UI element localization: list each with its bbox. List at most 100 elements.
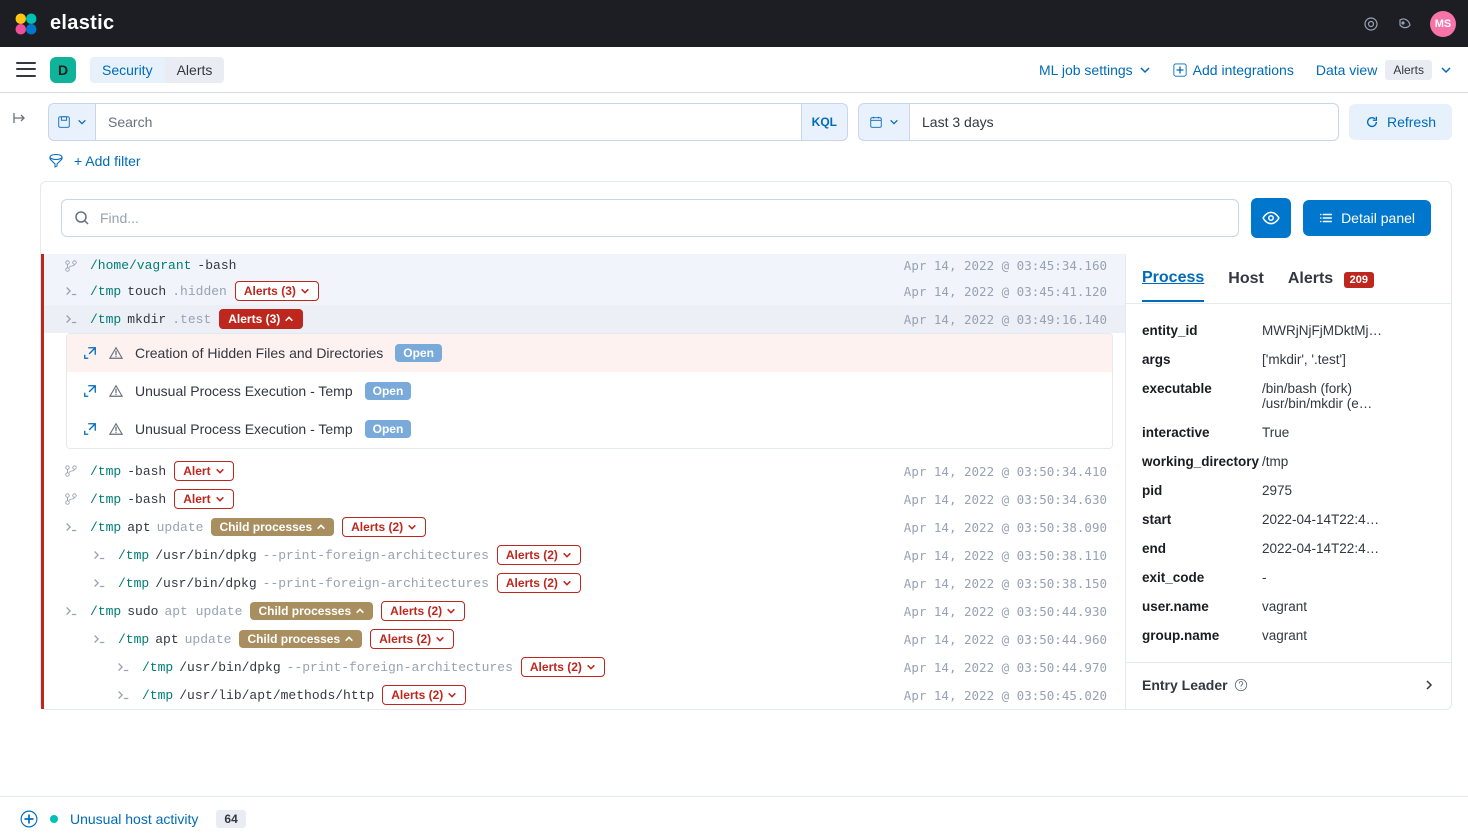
tag-child[interactable]: Child processes — [239, 630, 362, 648]
detail-field: group.namevagrant — [1142, 621, 1435, 650]
ml-job-settings[interactable]: ML job settings — [1039, 62, 1151, 78]
process-cmd: -bash — [127, 492, 166, 507]
branch-icon — [64, 259, 80, 273]
tag-alert-out[interactable]: Alerts (2) — [382, 685, 466, 705]
plus-square-icon — [1173, 63, 1187, 77]
tag-alert-out[interactable]: Alerts (2) — [381, 601, 465, 621]
session-area: /home/vagrant-bashApr 14, 2022 @ 03:45:3… — [41, 254, 1451, 709]
date-value[interactable]: Last 3 days — [909, 103, 1339, 141]
tag-child[interactable]: Child processes — [211, 518, 334, 536]
process-cmd: /usr/bin/dpkg — [155, 576, 256, 591]
timeline-title[interactable]: Unusual host activity — [70, 811, 198, 827]
tab-alerts[interactable]: Alerts 209 — [1288, 257, 1374, 301]
space-selector[interactable]: D — [50, 57, 76, 83]
process-row[interactable]: /tmp/usr/bin/dpkg--print-foreign-archite… — [44, 653, 1125, 681]
entry-leader-row[interactable]: Entry Leader — [1126, 662, 1451, 707]
kql-search-input[interactable] — [95, 103, 801, 141]
field-value: True — [1262, 425, 1435, 440]
plus-circle-icon[interactable] — [20, 810, 38, 828]
process-row[interactable]: /tmpaptupdateChild processes Alerts (2) … — [44, 625, 1125, 653]
field-value: 2022-04-14T22:4… — [1262, 541, 1435, 556]
elastic-logo-icon — [12, 10, 40, 38]
alert-name: Unusual Process Execution - Temp — [135, 421, 353, 437]
add-filter-button[interactable]: + Add filter — [74, 153, 141, 169]
process-cmd: apt — [155, 632, 178, 647]
timeline-count-badge: 64 — [216, 810, 245, 828]
panel-header: Detail panel — [41, 182, 1451, 254]
tag-alert-out[interactable]: Alert — [174, 489, 233, 509]
breadcrumb-section[interactable]: Security — [90, 57, 165, 83]
detail-panel-button[interactable]: Detail panel — [1303, 200, 1431, 236]
newsfeed-icon[interactable] — [1396, 15, 1414, 33]
tag-alert-out[interactable]: Alerts (3) — [235, 281, 319, 301]
field-value: vagrant — [1262, 599, 1435, 614]
process-timestamp: Apr 14, 2022 @ 03:50:34.410 — [904, 464, 1113, 479]
process-timestamp: Apr 14, 2022 @ 03:49:16.140 — [904, 312, 1113, 327]
process-row[interactable]: /tmp/usr/lib/apt/methods/httpAlerts (2) … — [44, 681, 1125, 709]
process-timestamp: Apr 14, 2022 @ 03:50:34.630 — [904, 492, 1113, 507]
find-input[interactable] — [100, 210, 1226, 226]
visibility-toggle-button[interactable] — [1251, 198, 1291, 238]
saved-query-button[interactable] — [48, 103, 95, 141]
field-key: user.name — [1142, 599, 1262, 614]
field-key: working_directory — [1142, 454, 1262, 469]
tag-alert-out[interactable]: Alerts (2) — [370, 629, 454, 649]
prompt-icon — [116, 660, 132, 674]
process-path: /home/vagrant — [90, 258, 191, 273]
tab-process[interactable]: Process — [1142, 256, 1204, 302]
tag-alert-fill[interactable]: Alerts (3) — [219, 309, 303, 329]
tag-alert-out[interactable]: Alerts (2) — [342, 517, 426, 537]
refresh-button[interactable]: Refresh — [1349, 104, 1452, 140]
process-row[interactable]: /tmpaptupdateChild processes Alerts (2) … — [44, 513, 1125, 541]
user-avatar[interactable]: MS — [1430, 11, 1456, 37]
global-header: elastic MS — [0, 0, 1468, 47]
process-cmd: /usr/bin/dpkg — [155, 548, 256, 563]
alert-row[interactable]: Unusual Process Execution - Temp Open — [67, 410, 1112, 448]
data-view-selector[interactable]: Data view Alerts — [1316, 60, 1452, 80]
process-row[interactable]: /tmptouch.hiddenAlerts (3) Apr 14, 2022 … — [44, 277, 1125, 305]
expand-icon[interactable] — [83, 384, 99, 398]
process-row[interactable]: /tmpsudo apt updateChild processes Alert… — [44, 597, 1125, 625]
tab-alerts-label: Alerts — [1288, 270, 1333, 287]
nav-toggle-icon[interactable] — [16, 60, 36, 80]
kql-toggle[interactable]: KQL — [801, 103, 848, 141]
tag-alert-out[interactable]: Alert — [174, 461, 233, 481]
detail-field: interactiveTrue — [1142, 418, 1435, 447]
tag-child[interactable]: Child processes — [250, 602, 373, 620]
detail-field: executable/bin/bash (fork)/usr/bin/mkdir… — [1142, 374, 1435, 418]
process-row[interactable]: /home/vagrant-bashApr 14, 2022 @ 03:45:3… — [44, 254, 1125, 277]
prompt-icon — [116, 688, 132, 702]
tab-host[interactable]: Host — [1228, 257, 1264, 301]
date-quick-button[interactable] — [858, 103, 909, 141]
filter-icon[interactable] — [48, 153, 64, 169]
timeline-flyout-bar[interactable]: Unusual host activity 64 — [0, 796, 1468, 840]
process-path: /tmp — [142, 688, 173, 703]
process-row[interactable]: /tmp/usr/bin/dpkg--print-foreign-archite… — [44, 569, 1125, 597]
expand-icon[interactable] — [83, 422, 99, 436]
status-badge: Open — [365, 382, 412, 400]
tag-alert-out[interactable]: Alerts (2) — [497, 545, 581, 565]
collapsible-nav-toggle[interactable] — [0, 93, 40, 143]
process-timestamp: Apr 14, 2022 @ 03:50:44.970 — [904, 660, 1113, 675]
prompt-icon — [92, 576, 108, 590]
field-key: end — [1142, 541, 1262, 556]
status-badge: Open — [365, 420, 412, 438]
tag-alert-out[interactable]: Alerts (2) — [497, 573, 581, 593]
alert-row[interactable]: Unusual Process Execution - TempOpen — [67, 372, 1112, 410]
process-row[interactable]: /tmp-bashAlert Apr 14, 2022 @ 03:50:34.4… — [44, 457, 1125, 485]
header-right: MS — [1362, 11, 1456, 37]
process-row[interactable]: /tmp/usr/bin/dpkg--print-foreign-archite… — [44, 541, 1125, 569]
add-integrations[interactable]: Add integrations — [1173, 62, 1294, 78]
process-path: /tmp — [118, 576, 149, 591]
alert-row[interactable]: Creation of Hidden Files and Directories… — [67, 334, 1112, 372]
process-row[interactable]: /tmp-bashAlert Apr 14, 2022 @ 03:50:34.6… — [44, 485, 1125, 513]
sub-header: D Security Alerts ML job settings Add in… — [0, 47, 1468, 93]
tag-alert-out[interactable]: Alerts (2) — [521, 657, 605, 677]
header-left: elastic — [12, 10, 114, 38]
process-tree: /home/vagrant-bashApr 14, 2022 @ 03:45:3… — [41, 254, 1126, 709]
chevron-down-icon — [1139, 64, 1151, 76]
deployment-icon[interactable] — [1362, 15, 1380, 33]
expand-icon[interactable] — [83, 346, 99, 360]
list-icon — [1319, 211, 1333, 225]
process-row[interactable]: /tmpmkdir.testAlerts (3) Apr 14, 2022 @ … — [44, 305, 1125, 333]
